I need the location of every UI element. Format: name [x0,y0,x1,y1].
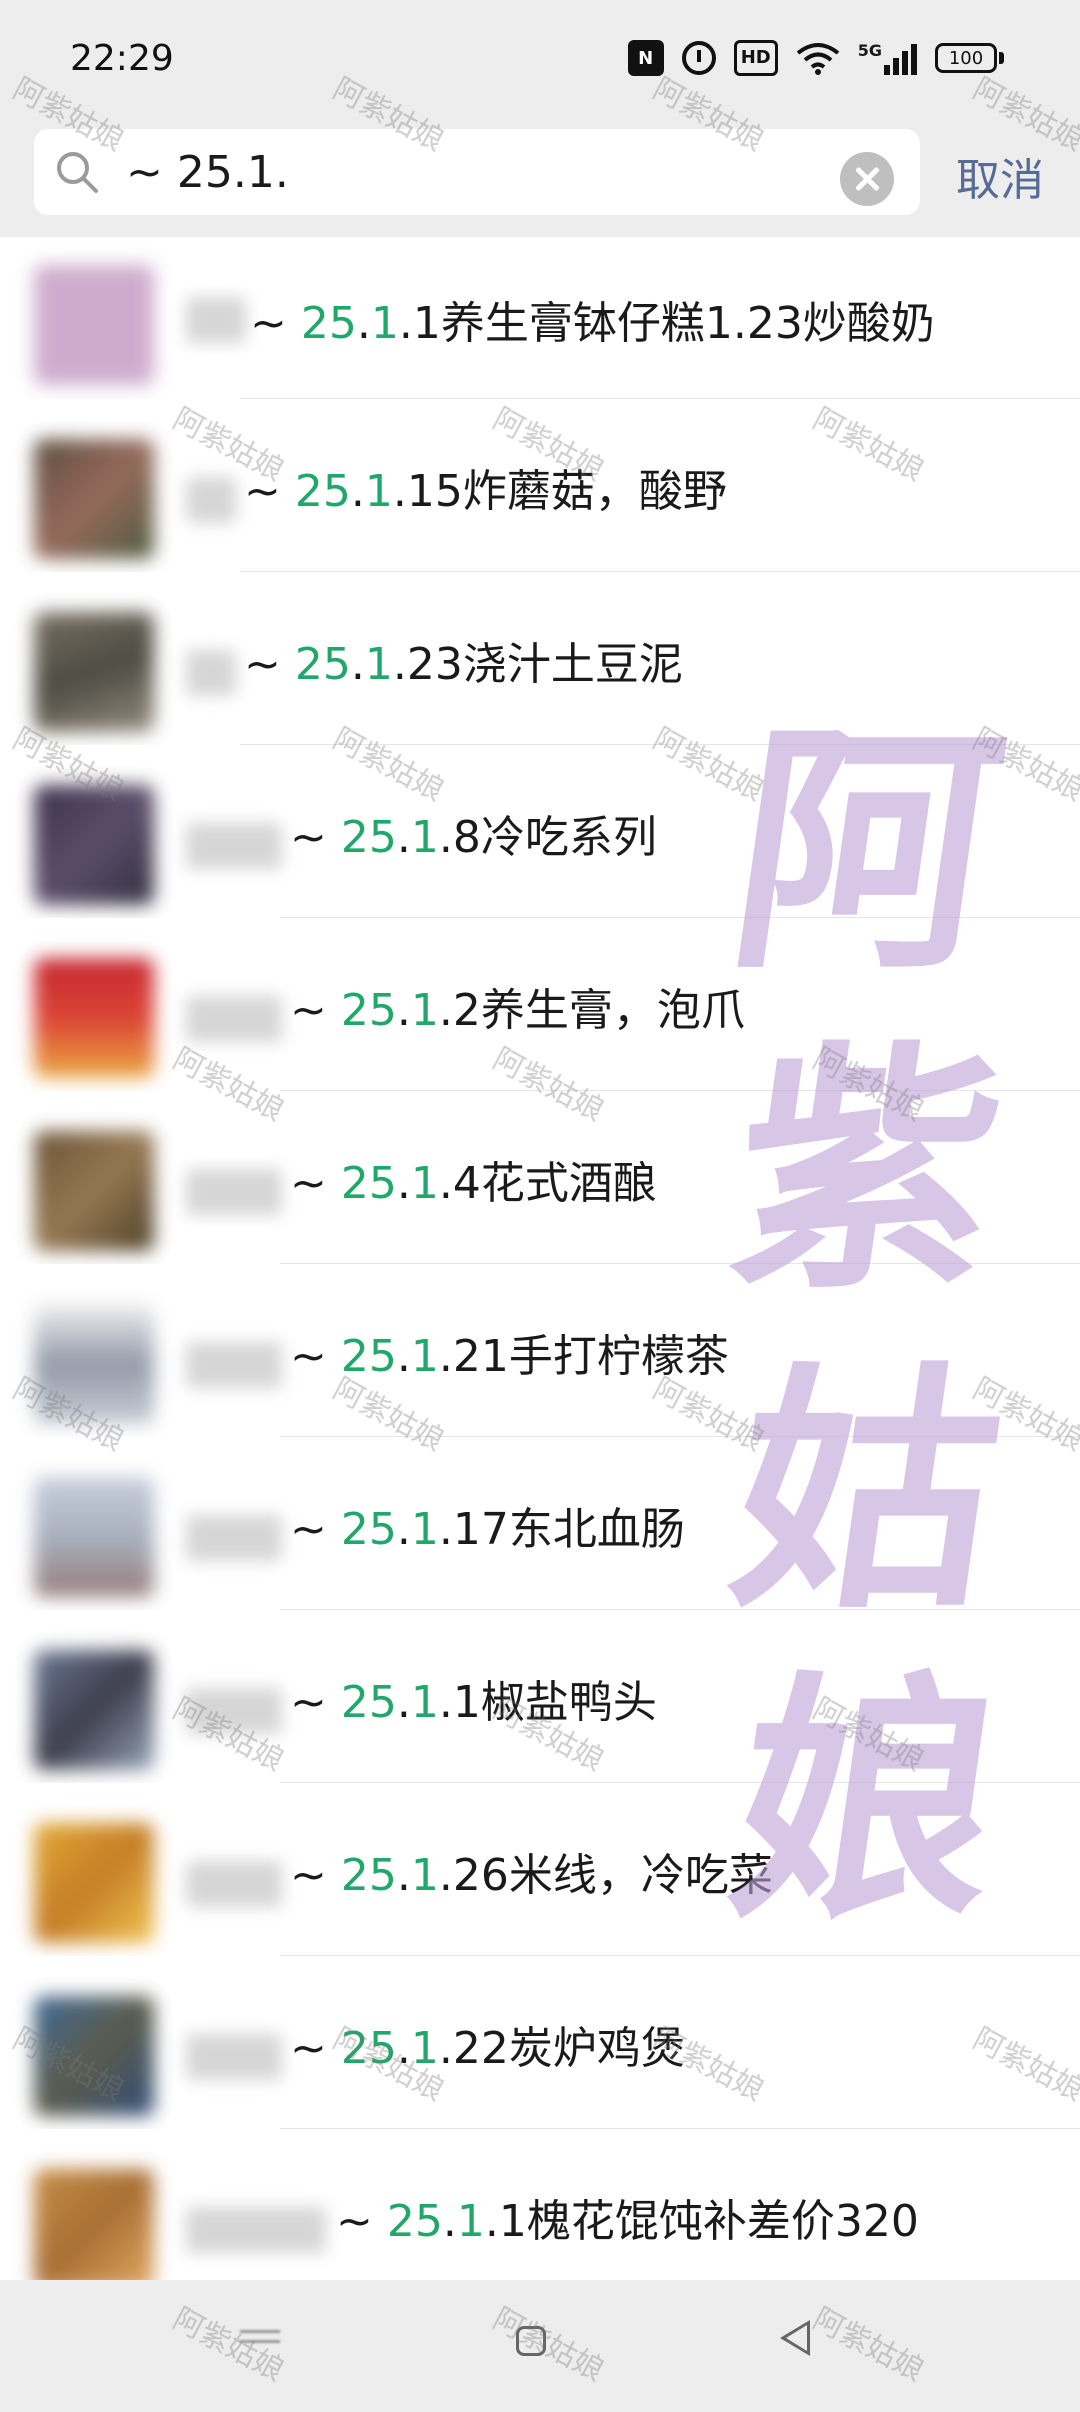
chat-name-blurred [186,650,236,696]
chat-name-blurred [186,2207,326,2253]
result-item[interactable]: ~ 25.1.1椒盐鸭头 [0,1610,1080,1783]
avatar [34,1823,154,1943]
cancel-button[interactable]: 取消 [956,144,1044,208]
battery-level: 100 [935,43,997,73]
signal-icon: 5G [858,41,917,75]
watermark-text: 阿紫姑娘 [487,2301,610,2389]
chat-name-blurred [186,823,282,869]
result-item[interactable]: ~ 25.1.1槐花馄饨补差价320 [0,2129,1080,2302]
alarm-icon [681,41,716,75]
result-title: ~ 25.1.4花式酒酿 [290,1158,657,1209]
result-title: ~ 25.1.23浇汁土豆泥 [244,639,683,690]
result-title: ~ 25.1.17东北血肠 [290,1504,685,1555]
wifi-icon [796,41,840,75]
result-item[interactable]: ~ 25.1.22炭炉鸡煲 [0,1956,1080,2129]
status-icons: N HD 5G 100 [627,40,1004,76]
hd-icon: HD [733,40,778,76]
result-title: ~ 25.1.8冷吃系列 [290,812,657,863]
result-item[interactable]: ~ 25.1.4花式酒酿 [0,1091,1080,1264]
status-bar: 22:29 N HD 5G 100 [0,0,1080,120]
avatar [34,1477,154,1597]
result-title: ~ 25.1.26米线，冷吃菜 [290,1850,773,1901]
result-title: ~ 25.1.21手打柠檬茶 [290,1331,729,1382]
chat-name-blurred [186,996,282,1042]
avatar [34,1131,154,1251]
result-item[interactable]: ~ 25.1.15炸蘑菇，酸野 [0,399,1080,572]
system-nav-bar: 阿紫姑娘 阿紫姑娘 阿紫姑娘 [0,2280,1080,2412]
result-item[interactable]: ~ 25.1.2养生膏，泡爪 [0,918,1080,1091]
result-title: ~ 25.1.1椒盐鸭头 [290,1677,657,1728]
result-title: ~ 25.1.22炭炉鸡煲 [290,2023,685,2074]
chat-name-blurred [186,1515,282,1561]
avatar [34,439,154,559]
search-input[interactable]: ~ 25.1. [34,129,920,215]
result-title: ~ 25.1.15炸蘑菇，酸野 [244,466,727,517]
watermark-text: 阿紫姑娘 [807,2301,930,2389]
result-title: ~ 25.1.2养生膏，泡爪 [290,985,745,1036]
chat-name-blurred [186,1342,282,1388]
nfc-icon: N [627,40,664,76]
result-item[interactable]: ~ 25.1.21手打柠檬茶 [0,1264,1080,1437]
chat-name-blurred [186,2034,282,2080]
chat-name-blurred [186,1688,282,1734]
square-icon[interactable] [516,2326,546,2356]
avatar [34,612,154,732]
search-results-list: ~ 25.1.1养生膏钵仔糕1.23炒酸奶 ~ 25.1.15炸蘑菇，酸野 ~ … [0,237,1080,2302]
search-icon [57,152,98,193]
avatar [34,265,154,385]
search-header: ~ 25.1. 取消 [0,120,1080,237]
result-title: ~ 25.1.1槐花馄饨补差价320 [336,2196,919,2247]
chat-name-blurred [186,477,236,523]
search-query[interactable]: ~ 25.1. [126,147,289,198]
avatar [34,1304,154,1424]
chat-name-blurred [186,1169,282,1215]
triangle-back-icon[interactable] [780,2320,810,2356]
avatar [34,1650,154,1770]
result-item[interactable]: ~ 25.1.1养生膏钵仔糕1.23炒酸奶 [0,237,1080,399]
chat-name-blurred [186,1861,282,1907]
result-item[interactable]: ~ 25.1.8冷吃系列 [0,745,1080,918]
network-type-label: 5G [857,41,882,60]
status-time: 22:29 [70,38,174,79]
result-item[interactable]: ~ 25.1.23浇汁土豆泥 [0,572,1080,745]
avatar [34,785,154,905]
battery-icon: 100 [935,43,1004,73]
result-title: ~ 25.1.1养生膏钵仔糕1.23炒酸奶 [250,298,935,349]
avatar [34,1996,154,2116]
avatar [34,2169,154,2289]
result-item[interactable]: ~ 25.1.17东北血肠 [0,1437,1080,1610]
clear-icon[interactable] [840,152,894,206]
result-item[interactable]: ~ 25.1.26米线，冷吃菜 [0,1783,1080,1956]
avatar [34,958,154,1078]
menu-icon[interactable] [240,2330,280,2354]
chat-name-blurred [186,297,246,343]
